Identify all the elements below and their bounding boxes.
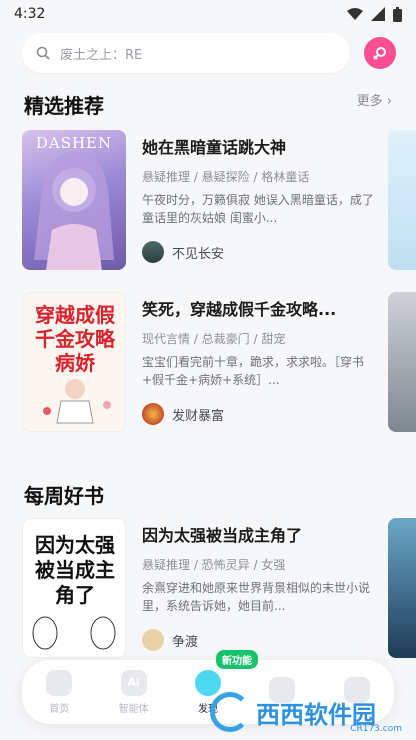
book-card[interactable]: 因为太强被当成主角了 因为太强被当成主角了 悬疑推理 / 恐怖灵异 / 女强 余… xyxy=(22,518,377,658)
status-bar: 4:32 xyxy=(0,0,416,28)
author-avatar xyxy=(142,241,164,263)
chevron-right-icon: › xyxy=(386,94,392,109)
weekly-title: 每周好书 xyxy=(24,484,104,508)
search-row: 废土之上：RE xyxy=(22,32,396,74)
book-cover[interactable]: 穿越成假千金攻略病娇 xyxy=(22,292,126,432)
author-avatar xyxy=(142,403,164,425)
search-placeholder: 废土之上：RE xyxy=(60,47,143,63)
cover-illustration xyxy=(32,616,116,650)
more-label: 更多 xyxy=(356,94,383,109)
search-input[interactable]: 废土之上：RE xyxy=(22,33,350,73)
cover-text: DASHEN xyxy=(35,134,113,152)
book-info: 她在黑暗童话跳大神 悬疑推理 / 悬疑探险 / 格林童话 午夜时分，万籁俱寂 她… xyxy=(142,130,377,270)
watermark-logo: 西西软件园 CR173.com xyxy=(210,690,410,734)
featured-title: 精选推荐 xyxy=(24,94,104,118)
battery-icon xyxy=(393,6,402,22)
author-name: 不见长安 xyxy=(172,246,225,262)
book-info: 因为太强被当成主角了 悬疑推理 / 恐怖灵异 / 女强 余熹穿进和她原来世界背景… xyxy=(142,518,377,658)
tab-label: 首页 xyxy=(49,703,70,715)
author-row[interactable]: 发财暴富 xyxy=(142,403,377,425)
next-book-peek[interactable] xyxy=(388,518,416,658)
next-book-peek[interactable] xyxy=(388,292,416,432)
signal-icon xyxy=(371,7,385,21)
cover-illustration xyxy=(43,379,111,424)
author-name: 发财暴富 xyxy=(172,408,225,424)
search-icon xyxy=(36,46,50,60)
more-link[interactable]: 更多 › xyxy=(357,90,392,109)
book-info: 笑死，穿越成假千金攻略... 现代言情 / 总裁豪门 / 甜宠 宝宝们看完前十章… xyxy=(142,292,377,432)
female-icon xyxy=(373,47,386,60)
book-tags: 现代言情 / 总裁豪门 / 甜宠 xyxy=(142,332,286,346)
book-tags: 悬疑推理 / 悬疑探险 / 格林童话 xyxy=(142,170,310,184)
next-book-peek[interactable] xyxy=(388,130,416,270)
wifi-icon xyxy=(347,8,363,20)
tab-label: 智能体 xyxy=(118,703,149,715)
status-time: 4:32 xyxy=(14,6,46,22)
home-icon xyxy=(46,669,73,696)
author-name: 争渡 xyxy=(172,634,199,650)
profile-button[interactable] xyxy=(364,37,396,69)
watermark-icon xyxy=(210,692,250,732)
book-description: 午夜时分，万籁俱寂 她误入黑暗童话，成了童话里的灰姑娘 闺蜜小... xyxy=(142,193,374,225)
book-tags: 悬疑推理 / 恐怖灵异 / 女强 xyxy=(142,558,286,572)
new-feature-badge: 新功能 xyxy=(215,649,258,669)
author-row[interactable]: 争渡 xyxy=(142,629,377,651)
author-avatar xyxy=(142,629,164,651)
book-card[interactable]: 穿越成假千金攻略病娇 笑死，穿越成假千金攻略... 现代言情 / 总裁豪门 / … xyxy=(22,292,377,432)
book-cover[interactable]: DASHEN xyxy=(22,130,126,270)
book-title[interactable]: 她在黑暗童话跳大神 xyxy=(142,134,377,158)
book-card[interactable]: DASHEN 她在黑暗童话跳大神 悬疑推理 / 悬疑探险 / 格林童话 午夜时分… xyxy=(22,130,377,270)
watermark-sub: CR173.com xyxy=(350,724,402,734)
book-description: 余熹穿进和她原来世界背景相似的末世小说里，系统告诉她，她目前... xyxy=(142,581,371,613)
book-description: 宝宝们看完前十章，跪求，求求啦。［穿书+假千金+病娇+系统］... xyxy=(142,355,365,387)
tab-agents[interactable]: AI 智能体 xyxy=(106,669,162,715)
tab-home[interactable]: 首页 xyxy=(31,669,87,715)
status-icons xyxy=(347,6,402,22)
book-title[interactable]: 笑死，穿越成假千金攻略... xyxy=(142,296,377,320)
book-title[interactable]: 因为太强被当成主角了 xyxy=(142,522,377,546)
book-cover[interactable]: 因为太强被当成主角了 xyxy=(22,518,126,658)
ai-icon: AI xyxy=(120,669,147,696)
author-row[interactable]: 不见长安 xyxy=(142,241,377,263)
